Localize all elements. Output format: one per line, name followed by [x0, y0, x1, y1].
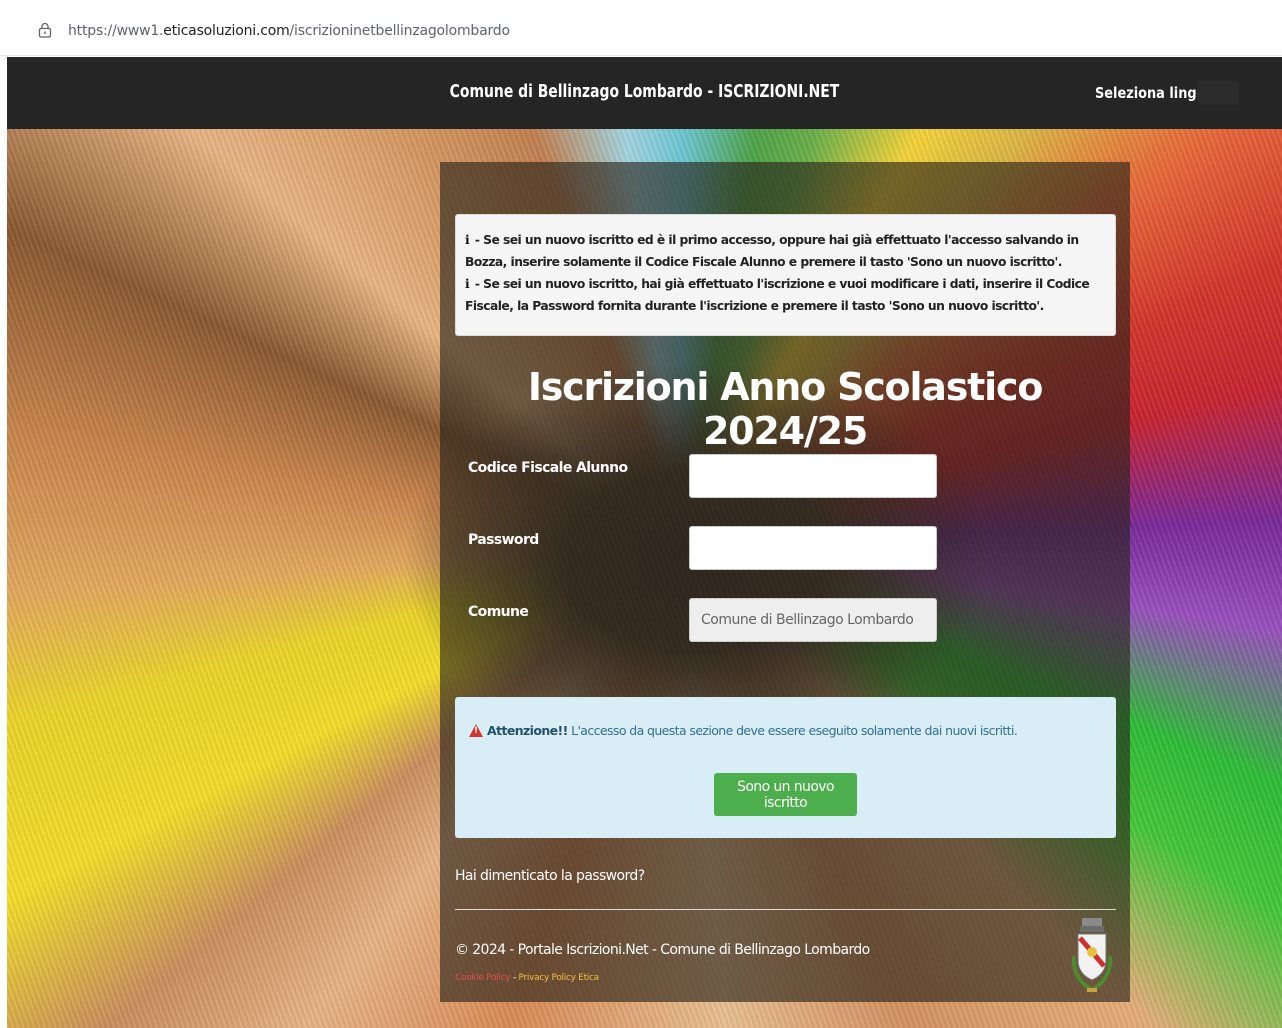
footer-links: Cookie Policy - Privacy Policy Etica	[455, 973, 599, 983]
codice-fiscale-label: Codice Fiscale Alunno	[468, 460, 628, 476]
codice-fiscale-input[interactable]	[689, 454, 937, 498]
comune-label: Comune	[468, 604, 529, 620]
info-icon: i	[465, 276, 470, 291]
page-title: Iscrizioni Anno Scolastico 2024/25	[527, 365, 1044, 453]
footer-copyright: © 2024 - Portale Iscrizioni.Net - Comune…	[455, 942, 870, 958]
info-box: i - Se sei un nuovo iscritto ed è il pri…	[455, 214, 1116, 336]
info-line-1: i - Se sei un nuovo iscritto ed è il pri…	[465, 229, 1106, 273]
municipality-crest-icon	[1071, 918, 1113, 993]
info-line-2: i - Se sei un nuovo iscritto, hai già ef…	[465, 273, 1106, 317]
top-navbar: Comune di Bellinzago Lombardo - ISCRIZIO…	[7, 57, 1282, 129]
warning-alert: Attenzione!! L'accesso da questa sezione…	[455, 697, 1116, 838]
privacy-policy-link[interactable]: Privacy Policy Etica	[518, 973, 599, 983]
language-selector[interactable]	[1197, 81, 1239, 105]
new-subscriber-button[interactable]: Sono un nuovo iscritto	[714, 773, 857, 816]
password-label: Password	[468, 532, 539, 548]
cookie-policy-link[interactable]: Cookie Policy	[455, 973, 511, 983]
divider	[455, 909, 1116, 910]
login-panel: i - Se sei un nuovo iscritto ed è il pri…	[440, 162, 1130, 1002]
alert-message: Attenzione!! L'accesso da questa sezione…	[469, 722, 1018, 738]
comune-field	[689, 598, 937, 642]
forgot-password-link[interactable]: Hai dimenticato la password?	[455, 868, 645, 884]
warning-icon	[469, 724, 483, 737]
lock-icon	[38, 22, 52, 38]
site-title: Comune di Bellinzago Lombardo - ISCRIZIO…	[449, 81, 840, 102]
alert-strong: Attenzione!!	[487, 723, 568, 738]
url-text[interactable]: https://www1.eticasoluzioni.com/iscrizio…	[68, 23, 510, 39]
info-icon: i	[465, 232, 470, 247]
password-input[interactable]	[689, 526, 937, 570]
browser-address-bar[interactable]: https://www1.eticasoluzioni.com/iscrizio…	[0, 0, 1282, 56]
